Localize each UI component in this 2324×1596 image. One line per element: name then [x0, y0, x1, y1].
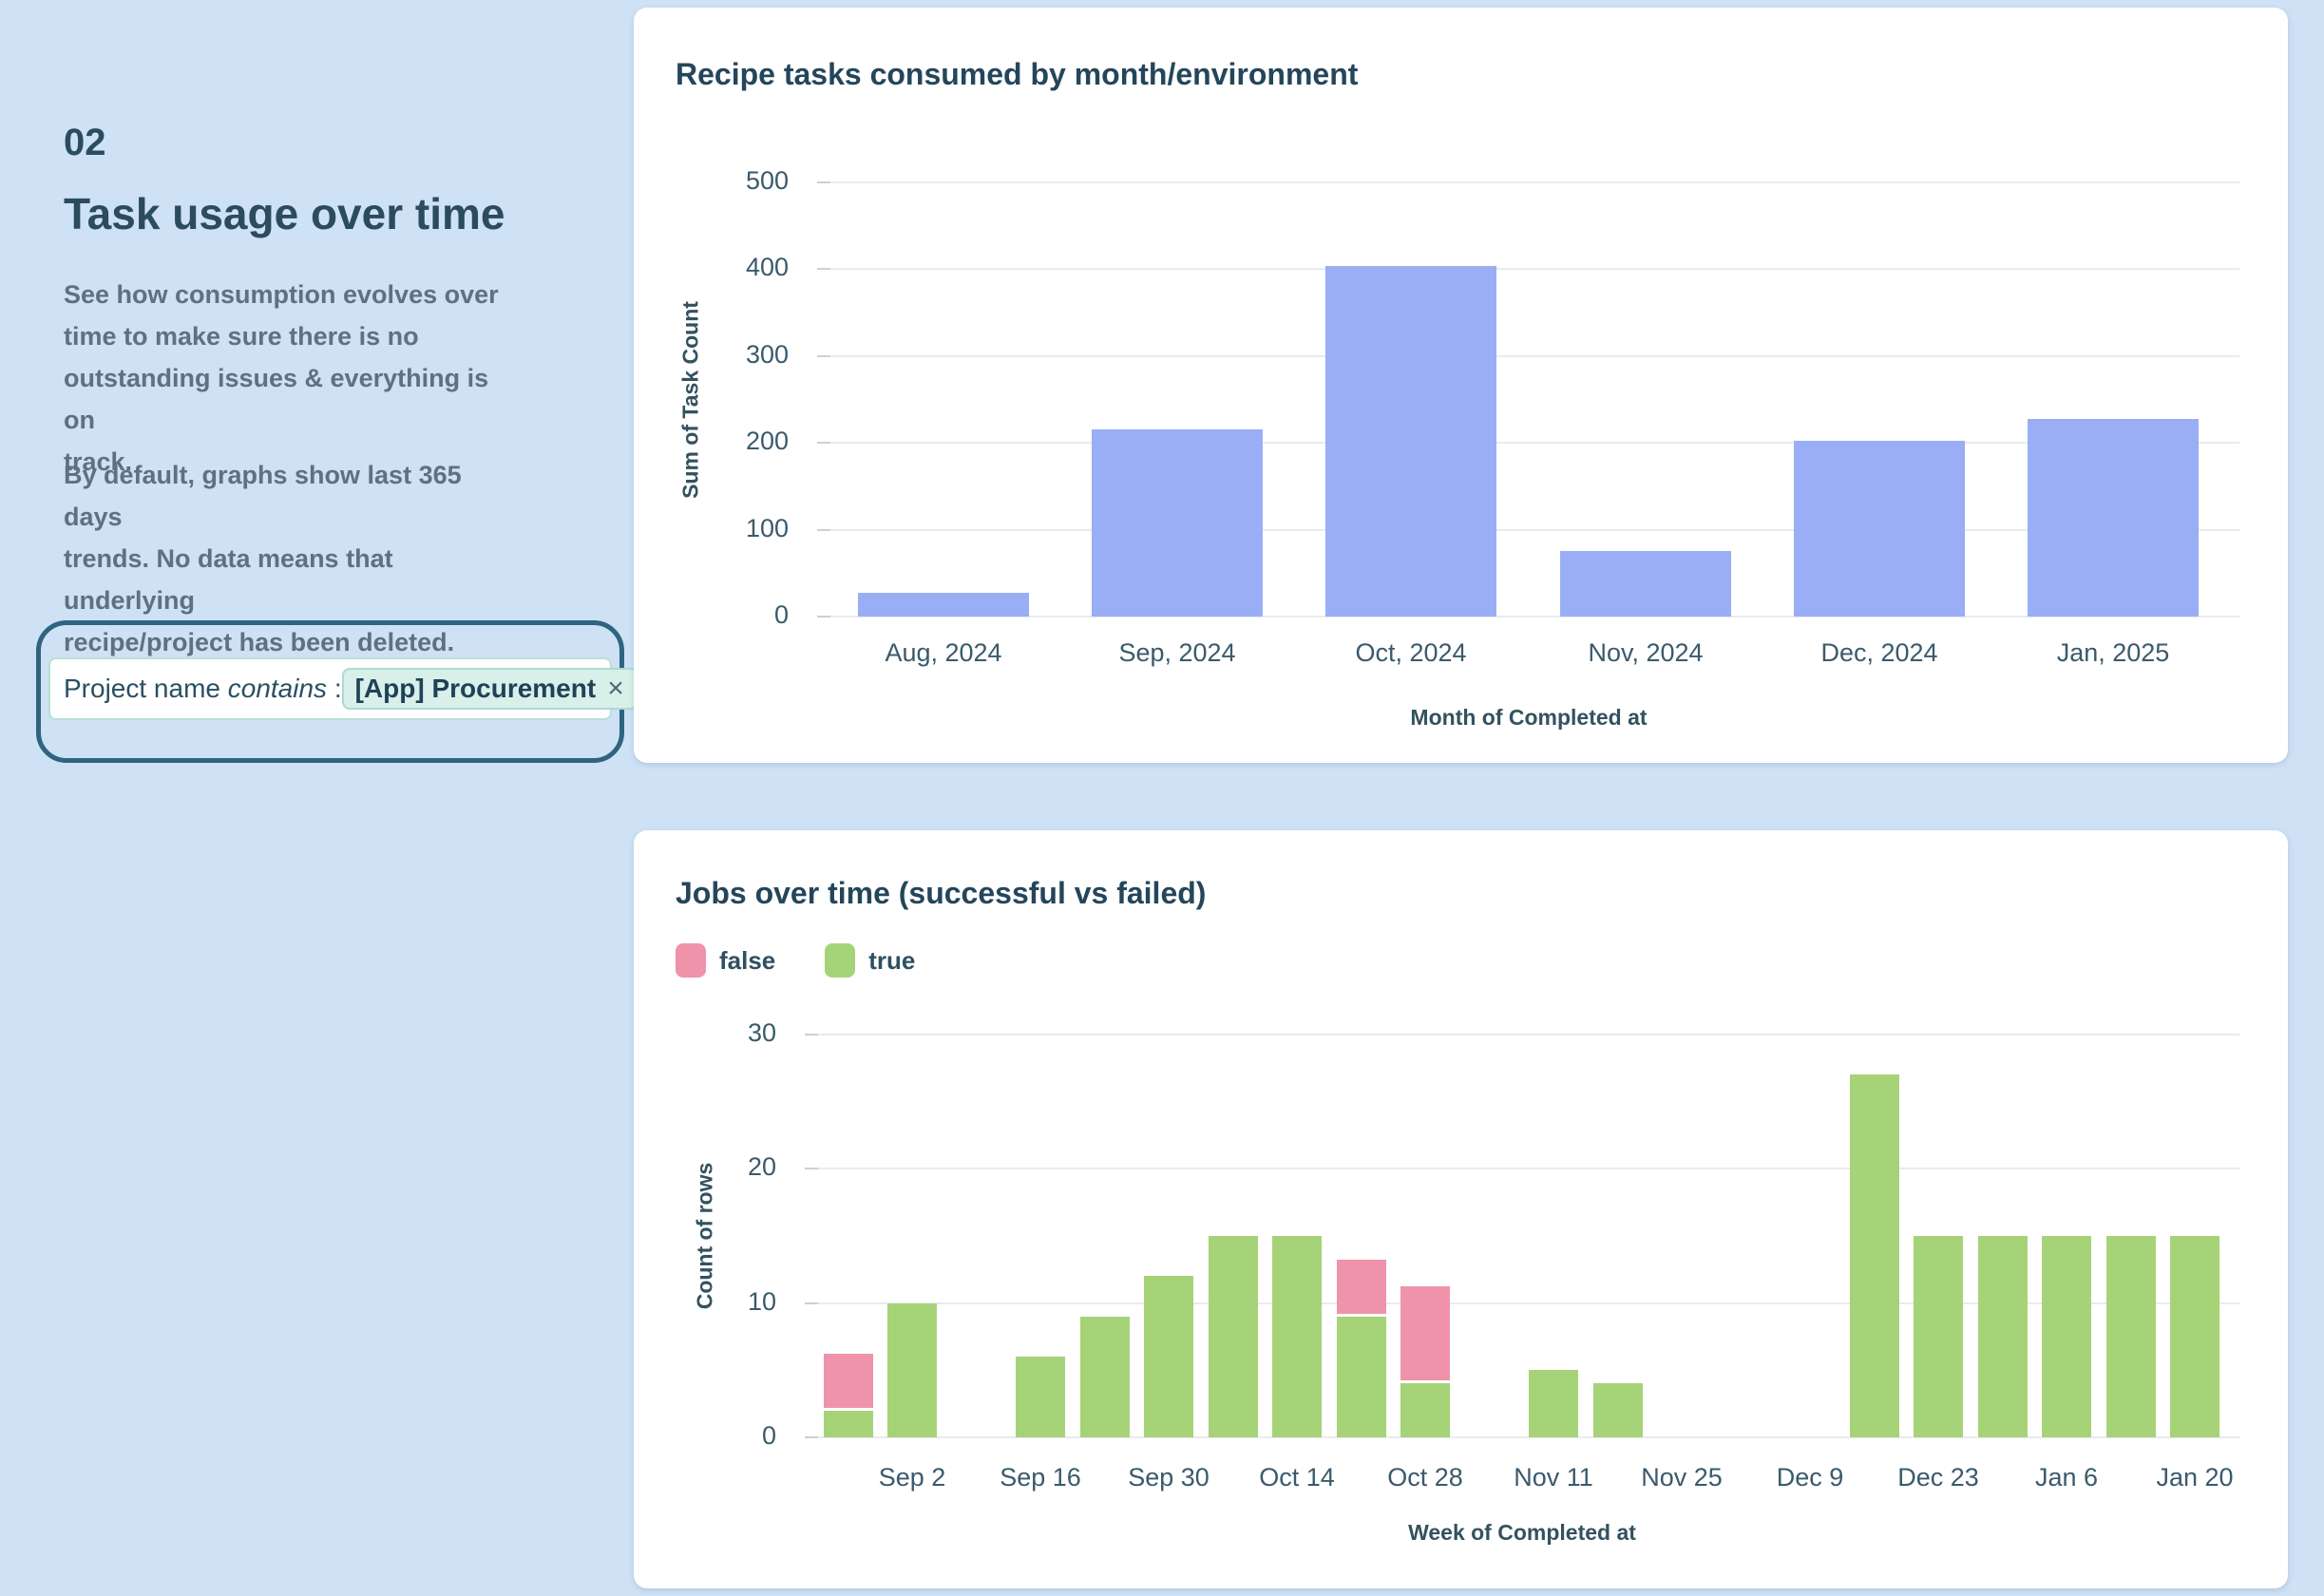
filter-value: [App] Procurement: [355, 674, 597, 704]
gridline: [817, 529, 2239, 531]
x-tick-label: Dec 23: [1897, 1463, 1979, 1492]
y-axis-title: Sum of Task Count: [678, 301, 704, 499]
x-tick-label: Sep 16: [1000, 1463, 1081, 1492]
recipe-tasks-chart: 0100200300400500Aug, 2024Sep, 2024Oct, 2…: [634, 8, 2288, 763]
axis-tick: [817, 181, 830, 183]
axis-tick: [817, 529, 830, 531]
bar-segment-true[interactable]: [2106, 1236, 2156, 1437]
axis-tick: [805, 1436, 818, 1438]
x-tick-label: Dec 9: [1777, 1463, 1844, 1492]
gridline: [805, 1034, 2239, 1036]
bar-segment-false[interactable]: [1400, 1286, 1450, 1383]
gridline: [817, 355, 2239, 357]
x-tick-label: Nov, 2024: [1588, 638, 1703, 668]
gridline: [817, 616, 2239, 618]
x-tick-label: Sep, 2024: [1118, 638, 1235, 668]
y-tick-label: 0: [653, 1421, 776, 1451]
bar-segment-true[interactable]: [1016, 1357, 1065, 1437]
x-tick-label: Nov 25: [1641, 1463, 1723, 1492]
recipe-tasks-card: Recipe tasks consumed by month/environme…: [634, 8, 2288, 763]
filter-operator: contains: [228, 674, 327, 703]
bar-segment-true[interactable]: [2042, 1236, 2091, 1437]
remove-filter-icon[interactable]: ×: [607, 674, 624, 703]
y-axis-title: Count of rows: [693, 1163, 718, 1310]
axis-tick: [805, 1168, 818, 1169]
x-tick-label: Oct, 2024: [1355, 638, 1466, 668]
bar-segment-true[interactable]: [1400, 1383, 1450, 1437]
axis-tick: [805, 1302, 818, 1304]
jobs-over-time-chart: 0102030Sep 2Sep 16Sep 30Oct 14Oct 28Nov …: [634, 830, 2288, 1588]
filter-group: Project name contains : [App] Procuremen…: [36, 620, 624, 763]
bar-segment-true[interactable]: [1209, 1236, 1258, 1437]
bar-segment-true[interactable]: [1080, 1317, 1130, 1437]
sidebar: 02 Task usage over time See how consumpt…: [0, 0, 634, 1596]
axis-tick: [805, 1034, 818, 1036]
axis-tick: [817, 442, 830, 444]
bar-segment-true[interactable]: [1914, 1236, 1963, 1437]
x-tick-label: Aug, 2024: [885, 638, 1001, 668]
x-tick-label: Dec, 2024: [1820, 638, 1937, 668]
x-tick-label: Nov 11: [1514, 1463, 1593, 1492]
y-tick-label: 30: [653, 1018, 776, 1048]
bar-segment-true[interactable]: [1337, 1317, 1386, 1437]
description-paragraph-1: See how consumption evolves over time to…: [64, 274, 520, 483]
x-tick-label: Jan 20: [2156, 1463, 2233, 1492]
bar-segment-true[interactable]: [2170, 1236, 2219, 1437]
bar-segment-true[interactable]: [1272, 1236, 1322, 1437]
bar-segment-value[interactable]: [1560, 551, 1731, 617]
bar-segment-true[interactable]: [887, 1303, 937, 1437]
page-title: Task usage over time: [64, 188, 505, 239]
bar-segment-value[interactable]: [1794, 441, 1965, 617]
bar-segment-value[interactable]: [858, 593, 1029, 617]
x-tick-label: Oct 14: [1259, 1463, 1335, 1492]
gridline: [817, 181, 2239, 183]
x-tick-label: Sep 2: [879, 1463, 946, 1492]
bar-segment-true[interactable]: [1144, 1276, 1193, 1437]
gridline: [817, 442, 2239, 444]
bar-segment-value[interactable]: [1092, 429, 1263, 617]
y-tick-label: 400: [665, 253, 789, 282]
bar-segment-true[interactable]: [1850, 1074, 1899, 1437]
x-tick-label: Oct 28: [1387, 1463, 1463, 1492]
section-number: 02: [64, 122, 106, 164]
filter-value-chip[interactable]: [App] Procurement ×: [342, 668, 638, 710]
axis-tick: [817, 355, 830, 357]
axis-tick: [817, 616, 830, 618]
y-tick-label: 0: [665, 600, 789, 630]
x-tick-label: Sep 30: [1128, 1463, 1210, 1492]
gridline: [817, 268, 2239, 270]
bar-segment-false[interactable]: [824, 1354, 873, 1411]
bar-segment-true[interactable]: [1593, 1383, 1643, 1437]
bar-segment-true[interactable]: [824, 1411, 873, 1437]
x-tick-label: Jan, 2025: [2057, 638, 2170, 668]
jobs-over-time-card: Jobs over time (successful vs failed) fa…: [634, 830, 2288, 1588]
gridline: [805, 1168, 2239, 1169]
axis-tick: [817, 268, 830, 270]
dashboard-page: { "sidebar": { "section_number": "02", "…: [0, 0, 2324, 1596]
x-tick-label: Jan 6: [2035, 1463, 2098, 1492]
x-axis-title: Week of Completed at: [1408, 1520, 1636, 1546]
project-name-filter[interactable]: Project name contains : [App] Procuremen…: [48, 657, 612, 720]
bar-segment-false[interactable]: [1337, 1260, 1386, 1317]
bar-segment-true[interactable]: [1978, 1236, 2028, 1437]
filter-label: Project name contains :: [64, 674, 342, 704]
x-axis-title: Month of Completed at: [1410, 705, 1647, 731]
bar-segment-value[interactable]: [1325, 266, 1496, 617]
y-tick-label: 100: [665, 514, 789, 543]
bar-segment-true[interactable]: [1529, 1370, 1578, 1437]
y-tick-label: 500: [665, 166, 789, 196]
bar-segment-value[interactable]: [2028, 419, 2199, 617]
